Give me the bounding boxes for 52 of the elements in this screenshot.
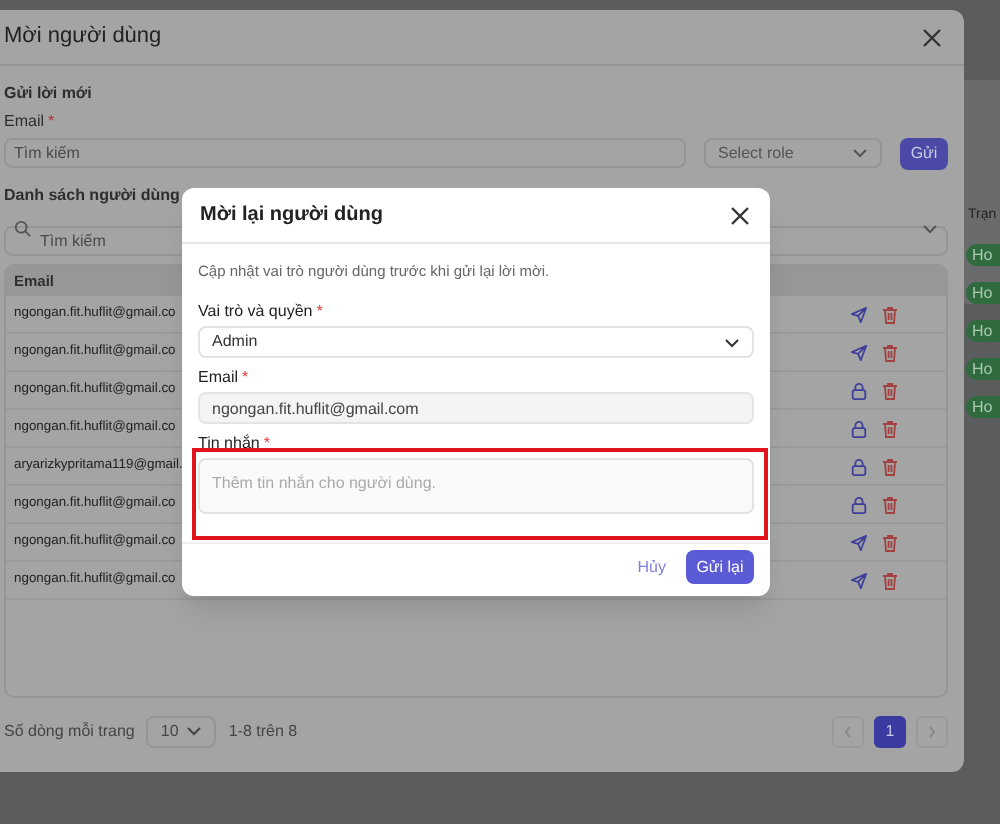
send-icon[interactable] [850, 571, 868, 589]
required-mark: * [316, 299, 323, 323]
trash-icon[interactable] [882, 419, 898, 437]
status-badge: Ho [966, 320, 1000, 342]
status-badge: Ho [966, 396, 1000, 418]
page-range: 1-8 trên 8 [228, 719, 298, 743]
send-icon[interactable] [850, 533, 868, 551]
trash-icon[interactable] [882, 343, 898, 361]
email-input[interactable]: ngongan.fit.huflit@gmail.com [198, 392, 754, 424]
status-badge: Ho [966, 358, 1000, 380]
chevron-down-icon [852, 148, 868, 158]
trash-icon[interactable] [882, 533, 898, 551]
message-input[interactable]: Thêm tin nhắn cho người dùng. [198, 458, 754, 514]
field-label: Email [198, 365, 239, 389]
chevron-down-icon [724, 337, 740, 347]
page-size-select[interactable]: 10 [146, 715, 217, 747]
trash-icon[interactable] [882, 381, 898, 399]
close-button[interactable] [728, 203, 752, 227]
cancel-button[interactable]: Hủy [637, 555, 666, 579]
lock-icon[interactable] [850, 381, 868, 399]
page-button[interactable]: 1 [874, 715, 906, 747]
field-label: Tin nhắn [198, 431, 260, 455]
section-title: Gửi lời mới [4, 82, 94, 106]
lock-icon[interactable] [850, 457, 868, 475]
role-select[interactable]: Admin [198, 326, 754, 358]
lock-icon[interactable] [850, 419, 868, 437]
section-title: Danh sách người dùng [4, 184, 182, 208]
lock-icon[interactable] [850, 495, 868, 513]
trash-icon[interactable] [882, 457, 898, 475]
email-input[interactable]: Tìm kiếm [4, 138, 686, 168]
trash-icon[interactable] [882, 305, 898, 323]
field-label: Email [4, 110, 45, 134]
chevron-down-icon [922, 224, 938, 234]
trash-icon[interactable] [882, 571, 898, 589]
role-select[interactable]: Select role [704, 138, 882, 168]
required-mark: * [48, 110, 55, 134]
status-badge: Ho [966, 244, 1000, 266]
rows-per-page-label: Số dòng mỗi trang [4, 719, 135, 743]
search-icon [14, 220, 32, 238]
dialog-title: Mời người dùng [4, 22, 162, 53]
required-mark: * [242, 365, 249, 389]
send-icon[interactable] [850, 305, 868, 323]
field-label: Vai trò và quyền [198, 299, 313, 323]
dialog-title: Mời lại người dùng [200, 202, 383, 230]
close-button[interactable] [920, 25, 944, 49]
send-button[interactable]: Gửi [900, 137, 948, 169]
resend-button[interactable]: Gửi lại [686, 550, 754, 584]
chevron-down-icon [186, 726, 203, 736]
status-badge: Ho [966, 282, 1000, 304]
send-icon[interactable] [850, 343, 868, 361]
trash-icon[interactable] [882, 495, 898, 513]
required-mark: * [263, 431, 270, 455]
